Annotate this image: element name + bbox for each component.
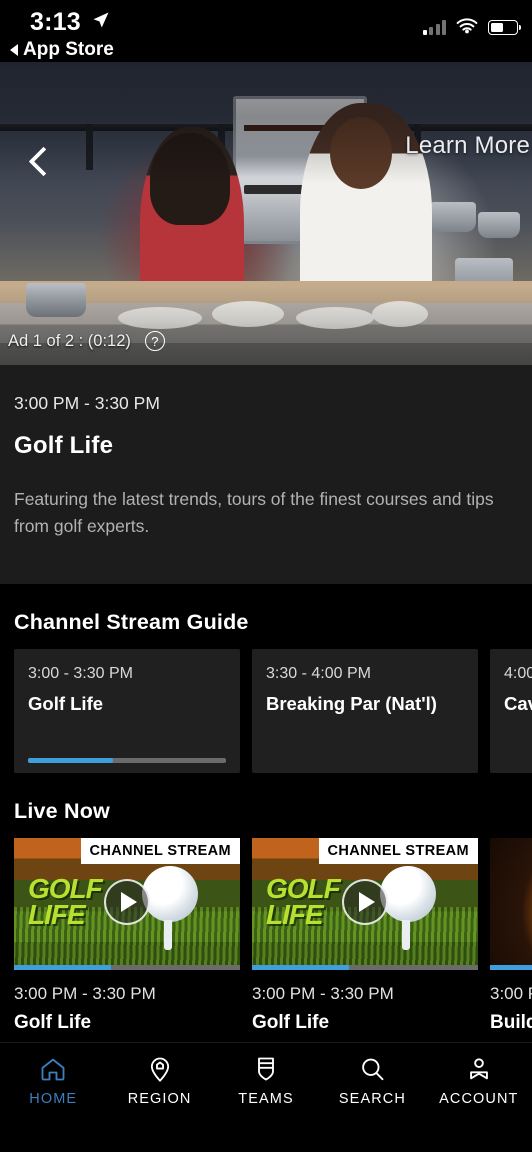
- tab-label-search: SEARCH: [338, 1091, 406, 1107]
- live-card-time: 3:00 P: [490, 984, 532, 1004]
- channel-stream-guide-section: Channel Stream Guide 3:00 - 3:30 PM Golf…: [0, 584, 532, 774]
- live-card-title: Golf Life: [252, 1012, 330, 1034]
- live-card[interactable]: GOLF LIFE CHANNEL STREAM 3:00 PM - 3:30 …: [14, 838, 240, 1034]
- location-arrow-icon: [93, 12, 109, 28]
- video-player[interactable]: Learn More Ad 1 of 2 : (0:12) ?: [0, 62, 532, 365]
- tab-label-home: HOME: [29, 1091, 78, 1107]
- logo-line-2: LIFE: [28, 899, 86, 930]
- account-icon: [469, 1058, 488, 1080]
- ad-status-text: Ad 1 of 2 : (0:12): [8, 331, 131, 350]
- guide-card-title: Cav: [504, 693, 532, 715]
- logo-line-2: LIFE: [266, 899, 324, 930]
- guide-card-time: 4:00: [504, 665, 532, 683]
- golf-ball-image: [142, 866, 198, 923]
- status-indicators: [422, 18, 521, 36]
- tab-label-account: ACCOUNT: [439, 1091, 519, 1107]
- search-icon: [362, 1058, 384, 1081]
- live-card-time: 3:00 PM - 3:30 PM: [14, 984, 156, 1004]
- live-card[interactable]: GOLF LIFE CHANNEL STREAM 3:00 PM - 3:30 …: [252, 838, 478, 1034]
- live-card-title: Golf Life: [14, 1012, 92, 1034]
- live-card-title: Build: [490, 1012, 532, 1034]
- shield-icon: [258, 1057, 274, 1081]
- golf-tee-image: [164, 920, 172, 951]
- live-card-thumbnail[interactable]: [490, 838, 532, 966]
- channel-stream-badge: CHANNEL STREAM: [80, 838, 240, 865]
- live-card-thumbnail[interactable]: GOLF LIFE CHANNEL STREAM: [14, 838, 240, 966]
- tab-region[interactable]: REGION: [106, 1055, 212, 1107]
- guide-carousel[interactable]: 3:00 - 3:30 PM Golf Life 3:30 - 4:00 PM …: [0, 649, 532, 774]
- golf-tee-image: [402, 920, 410, 951]
- cellular-signal-icon: [422, 19, 446, 35]
- guide-card-time: 3:00 - 3:30 PM: [28, 665, 133, 683]
- golf-ball-image: [380, 866, 436, 923]
- live-card-time: 3:00 PM - 3:30 PM: [252, 984, 394, 1004]
- tab-teams[interactable]: TEAMS: [213, 1055, 319, 1107]
- golf-life-logo: GOLF LIFE: [266, 875, 341, 930]
- live-now-carousel[interactable]: GOLF LIFE CHANNEL STREAM 3:00 PM - 3:30 …: [0, 838, 532, 1034]
- home-icon: [41, 1058, 65, 1081]
- tab-account[interactable]: ACCOUNT: [426, 1055, 532, 1107]
- learn-more-link[interactable]: Learn More: [405, 132, 530, 160]
- guide-card-progress-bar: [28, 758, 226, 764]
- return-to-app-store-link[interactable]: App Store: [10, 39, 114, 61]
- bottom-tab-bar: HOME REGION TEAMS SEARCH ACCOUNT: [0, 1042, 532, 1152]
- tab-search[interactable]: SEARCH: [319, 1055, 425, 1107]
- back-triangle-icon: [10, 44, 18, 56]
- guide-card-time: 3:30 - 4:00 PM: [266, 665, 371, 683]
- app-screen: 3:13 App Store Learn More Ad 1 of 2: (0…: [0, 0, 532, 1152]
- status-time: 3:13: [30, 8, 81, 36]
- live-card[interactable]: 3:00 P Build: [490, 838, 532, 1034]
- play-icon[interactable]: [342, 878, 388, 925]
- golf-life-logo: GOLF LIFE: [28, 875, 103, 930]
- guide-section-title: Channel Stream Guide: [14, 610, 249, 635]
- return-label: App Store: [23, 39, 114, 60]
- live-card-thumbnail[interactable]: GOLF LIFE CHANNEL STREAM: [252, 838, 478, 966]
- program-info: 3:00 PM - 3:30 PM Golf Life Featuring th…: [0, 365, 532, 585]
- guide-card[interactable]: 3:00 - 3:30 PM Golf Life: [14, 649, 240, 774]
- status-bar: 3:13 App Store: [0, 0, 532, 62]
- wifi-icon: [456, 18, 478, 34]
- channel-stream-badge: CHANNEL STREAM: [318, 838, 478, 865]
- battery-icon: [488, 19, 521, 35]
- ad-status-row: Ad 1 of 2 : (0:12) ?: [8, 331, 165, 351]
- guide-card-title: Golf Life: [28, 693, 104, 715]
- live-now-section: Live Now GOLF LIFE CHANNEL STREAM 3:00 P…: [0, 773, 532, 1035]
- program-time: 3:00 PM - 3:30 PM: [14, 393, 160, 413]
- back-chevron-icon[interactable]: [24, 146, 58, 180]
- program-title: Golf Life: [14, 432, 114, 459]
- live-now-section-title: Live Now: [14, 799, 110, 824]
- question-mark-icon[interactable]: ?: [144, 331, 165, 351]
- play-icon[interactable]: [104, 878, 150, 925]
- tab-label-teams: TEAMS: [238, 1091, 294, 1107]
- map-pin-icon: [150, 1057, 169, 1082]
- guide-card[interactable]: 3:30 - 4:00 PM Breaking Par (Nat'l): [252, 649, 478, 774]
- guide-card-title: Breaking Par (Nat'l): [266, 693, 437, 715]
- tab-label-region: REGION: [127, 1091, 192, 1107]
- program-description: Featuring the latest trends, tours of th…: [14, 489, 494, 537]
- tab-home[interactable]: HOME: [0, 1055, 106, 1107]
- guide-card[interactable]: 4:00 Cav: [490, 649, 532, 774]
- football-helmet-image: [490, 838, 532, 966]
- progress-fill: [28, 758, 114, 764]
- video-overlay-gradient: [0, 62, 532, 365]
